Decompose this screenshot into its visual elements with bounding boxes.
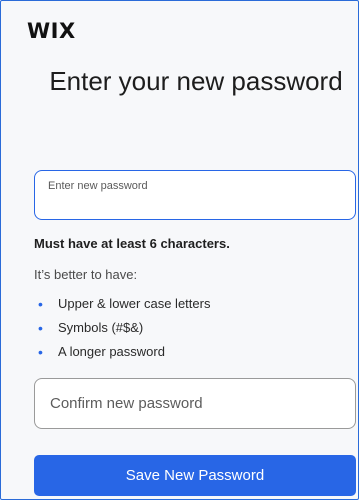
save-new-password-button[interactable]: Save New Password bbox=[34, 455, 356, 496]
recommendations-list: • Upper & lower case letters • Symbols (… bbox=[34, 292, 210, 364]
list-item: • Symbols (#$&) bbox=[34, 316, 210, 340]
bullet-icon: • bbox=[38, 296, 43, 312]
list-item: • Upper & lower case letters bbox=[34, 292, 210, 316]
password-requirement: Must have at least 6 characters. bbox=[34, 236, 230, 251]
confirm-password-field bbox=[34, 378, 356, 429]
confirm-password-input[interactable] bbox=[35, 379, 355, 428]
page-title: Enter your new password bbox=[49, 66, 343, 96]
tip-label: A longer password bbox=[58, 344, 165, 359]
tip-label: Symbols (#$&) bbox=[58, 320, 144, 335]
bullet-icon: • bbox=[38, 344, 43, 360]
new-password-placeholder: Enter new password bbox=[48, 180, 148, 192]
new-password-field[interactable]: Enter new password bbox=[34, 170, 356, 220]
bullet-icon: • bbox=[38, 320, 43, 336]
recommendations-intro: It’s better to have: bbox=[34, 267, 138, 282]
password-reset-panel: WIX Enter your new password Enter new pa… bbox=[0, 0, 359, 500]
tip-label: Upper & lower case letters bbox=[58, 296, 211, 311]
wix-logo: WIX bbox=[27, 19, 76, 43]
list-item: • A longer password bbox=[34, 340, 210, 364]
